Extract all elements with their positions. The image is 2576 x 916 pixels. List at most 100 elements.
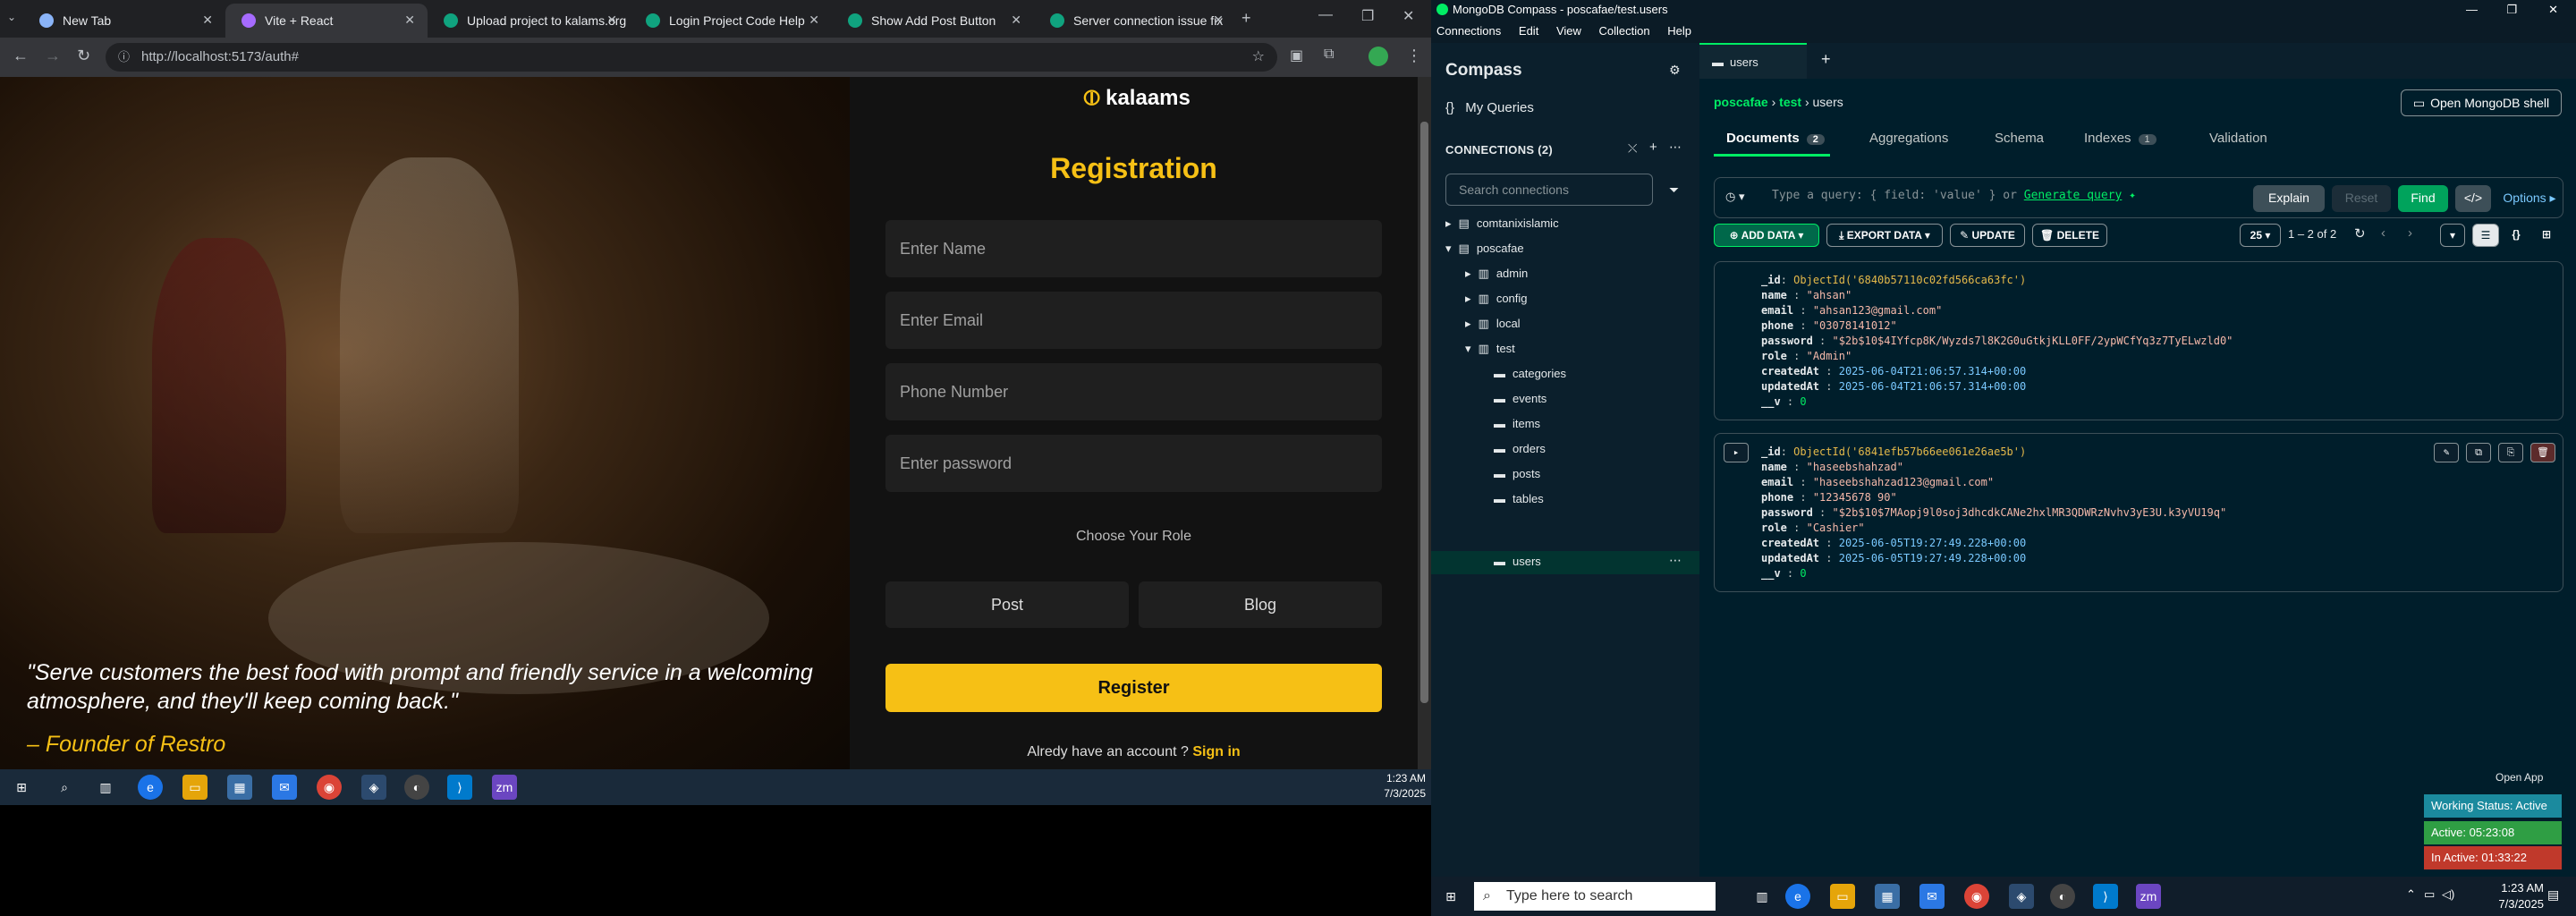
tab-vite-react[interactable]: Vite + React ✕ xyxy=(225,4,428,38)
tab-login-project[interactable]: Login Project Code Help ✕ xyxy=(630,4,832,38)
back-icon[interactable]: ← xyxy=(13,47,29,65)
page-scrollbar[interactable] xyxy=(1418,77,1431,769)
mail-icon[interactable]: ✉ xyxy=(1919,884,1945,909)
open-app-link[interactable]: Open App xyxy=(2496,771,2543,784)
delete-button[interactable]: 🗑 DELETE xyxy=(2032,224,2107,247)
brand-logo[interactable]: ⦶ kalaams xyxy=(1084,86,1191,111)
password-field[interactable]: Enter password xyxy=(886,435,1382,492)
close-tab-icon[interactable]: ✕ xyxy=(404,13,415,28)
menu-collection[interactable]: Collection xyxy=(1599,24,1650,38)
explain-button[interactable]: Explain xyxy=(2253,185,2325,212)
find-button[interactable]: Find xyxy=(2398,185,2448,212)
system-clock[interactable]: 1:23 AM 7/3/2025 xyxy=(2498,880,2544,912)
name-field[interactable]: Enter Name xyxy=(886,220,1382,277)
tab-users[interactable]: ▬ users xyxy=(1699,43,1807,79)
reset-button[interactable]: Reset xyxy=(2332,185,2391,212)
prev-page-icon[interactable]: ‹ xyxy=(2381,225,2385,241)
next-page-icon[interactable]: › xyxy=(2408,225,2412,241)
tree-coll-tables[interactable]: ▬ tables xyxy=(1494,492,1544,505)
maximize-icon[interactable]: ❐ xyxy=(1361,7,1374,25)
role-post-button[interactable]: Post xyxy=(886,581,1129,628)
vscode-icon[interactable]: ⟩ xyxy=(2093,884,2118,909)
vscode-icon[interactable]: ⟩ xyxy=(447,775,472,800)
document-card[interactable]: ▸ _id: ObjectId('6841efb57b66ee061e26ae5… xyxy=(1714,433,2563,592)
close-window-icon[interactable]: ✕ xyxy=(2548,0,2558,20)
table-view-icon[interactable]: ⊞ xyxy=(2533,224,2560,247)
view-options-icon[interactable]: ▾ xyxy=(2440,224,2465,247)
profile-avatar[interactable] xyxy=(1368,47,1388,66)
menu-help[interactable]: Help xyxy=(1667,24,1691,38)
more-options-icon[interactable]: ⋯ xyxy=(1669,140,1682,155)
options-button[interactable]: Options ▸ xyxy=(2498,185,2561,212)
zoom-icon[interactable]: zm xyxy=(492,775,517,800)
compass-app-icon[interactable]: ◐ xyxy=(404,775,429,800)
browser-menu-icon[interactable]: ⋮ xyxy=(1406,47,1422,65)
register-button[interactable]: Register xyxy=(886,664,1382,712)
file-explorer-icon[interactable]: ▭ xyxy=(182,775,208,800)
clone-document-icon[interactable]: ⎘ xyxy=(2498,443,2523,462)
maximize-icon[interactable]: ❐ xyxy=(2506,0,2517,20)
volume-icon[interactable]: ◁) xyxy=(2442,887,2454,902)
tree-coll-users-selected[interactable]: ▬ users ⋯ xyxy=(1431,551,1699,574)
query-history-icon[interactable]: ◷ ▾ xyxy=(1725,190,1744,204)
menu-view[interactable]: View xyxy=(1556,24,1581,38)
code-view-icon[interactable]: </> xyxy=(2455,185,2491,212)
app-icon[interactable]: ◈ xyxy=(2009,884,2034,909)
windows-start-icon[interactable]: ⊞ xyxy=(9,775,34,800)
query-input[interactable]: Type a query: { field: 'value' } or Gene… xyxy=(1772,189,2136,202)
close-window-icon[interactable]: ✕ xyxy=(1402,7,1414,25)
subtab-validation[interactable]: Validation xyxy=(2209,131,2267,146)
store-icon[interactable]: ▦ xyxy=(1875,884,1900,909)
new-tab-icon[interactable]: + xyxy=(1241,9,1251,28)
tree-db-test[interactable]: ▾ ▥ test xyxy=(1465,342,1515,356)
close-tab-icon[interactable]: ✕ xyxy=(1011,13,1021,28)
search-icon[interactable]: ⌕ xyxy=(52,775,77,800)
file-explorer-icon[interactable]: ▭ xyxy=(1830,884,1855,909)
email-field[interactable]: Enter Email xyxy=(886,292,1382,349)
list-view-icon[interactable]: ☰ xyxy=(2472,224,2499,247)
extension-icon[interactable]: ▣ xyxy=(1290,47,1303,64)
update-button[interactable]: ✎ UPDATE xyxy=(1950,224,2025,247)
scrollbar-thumb[interactable] xyxy=(1420,122,1428,703)
task-view-icon[interactable]: ▥ xyxy=(93,775,118,800)
settings-gear-icon[interactable]: ⚙ xyxy=(1669,63,1681,78)
close-tab-icon[interactable]: ✕ xyxy=(1213,13,1224,28)
new-tab-icon[interactable]: + xyxy=(1821,50,1831,69)
open-shell-button[interactable]: ▭ Open MongoDB shell xyxy=(2401,89,2562,116)
tab-show-add-post[interactable]: Show Add Post Button ✕ xyxy=(832,4,1034,38)
subtab-schema[interactable]: Schema xyxy=(1995,131,2044,146)
filter-icon[interactable]: ⏷ xyxy=(1669,182,1679,198)
breadcrumb-database[interactable]: test xyxy=(1779,95,1801,109)
add-data-button[interactable]: ⊕ ADD DATA ▾ xyxy=(1714,224,1819,247)
generate-query-link[interactable]: Generate query xyxy=(2024,189,2123,202)
copy-document-icon[interactable]: ⧉ xyxy=(2466,443,2491,462)
compass-app-icon[interactable]: ◐ xyxy=(2050,884,2075,909)
tab-new-tab[interactable]: New Tab ✕ xyxy=(23,4,225,38)
connections-search-input[interactable]: Search connections xyxy=(1445,174,1653,206)
json-view-icon[interactable]: {} xyxy=(2503,224,2529,247)
tray-chevron-icon[interactable]: ⌃ xyxy=(2406,887,2416,902)
zoom-icon[interactable]: zm xyxy=(2136,884,2161,909)
extensions-puzzle-icon[interactable]: ⧉ xyxy=(1324,47,1334,63)
tree-coll-users[interactable]: ▬ users xyxy=(1494,555,1541,568)
forward-icon[interactable]: → xyxy=(45,47,61,65)
minimize-icon[interactable]: — xyxy=(2466,0,2478,20)
notifications-icon[interactable]: ▤ xyxy=(2547,887,2559,903)
tree-db-local[interactable]: ▸ ▥ local xyxy=(1465,317,1521,331)
delete-document-icon[interactable]: 🗑 xyxy=(2530,443,2555,462)
tree-db-config[interactable]: ▸ ▥ config xyxy=(1465,292,1528,306)
menu-connections[interactable]: Connections xyxy=(1436,24,1501,38)
edge-icon[interactable]: e xyxy=(138,775,163,800)
subtab-documents[interactable]: Documents 2 xyxy=(1726,131,1825,146)
my-queries-link[interactable]: {} My Queries xyxy=(1445,100,1534,115)
tree-coll-orders[interactable]: ▬ orders xyxy=(1494,442,1546,455)
close-tab-icon[interactable]: ✕ xyxy=(202,13,213,28)
collapse-all-icon[interactable]: ⤬ xyxy=(1628,141,1637,156)
document-card[interactable]: _id: ObjectId('6840b57110c02fd566ca63fc'… xyxy=(1714,261,2563,420)
tab-search-icon[interactable]: ⌄ xyxy=(7,11,16,23)
edge-icon[interactable]: e xyxy=(1785,884,1810,909)
store-icon[interactable]: ▦ xyxy=(227,775,252,800)
collection-menu-icon[interactable]: ⋯ xyxy=(1669,553,1682,568)
menu-edit[interactable]: Edit xyxy=(1519,24,1538,38)
add-connection-icon[interactable]: + xyxy=(1649,140,1657,155)
